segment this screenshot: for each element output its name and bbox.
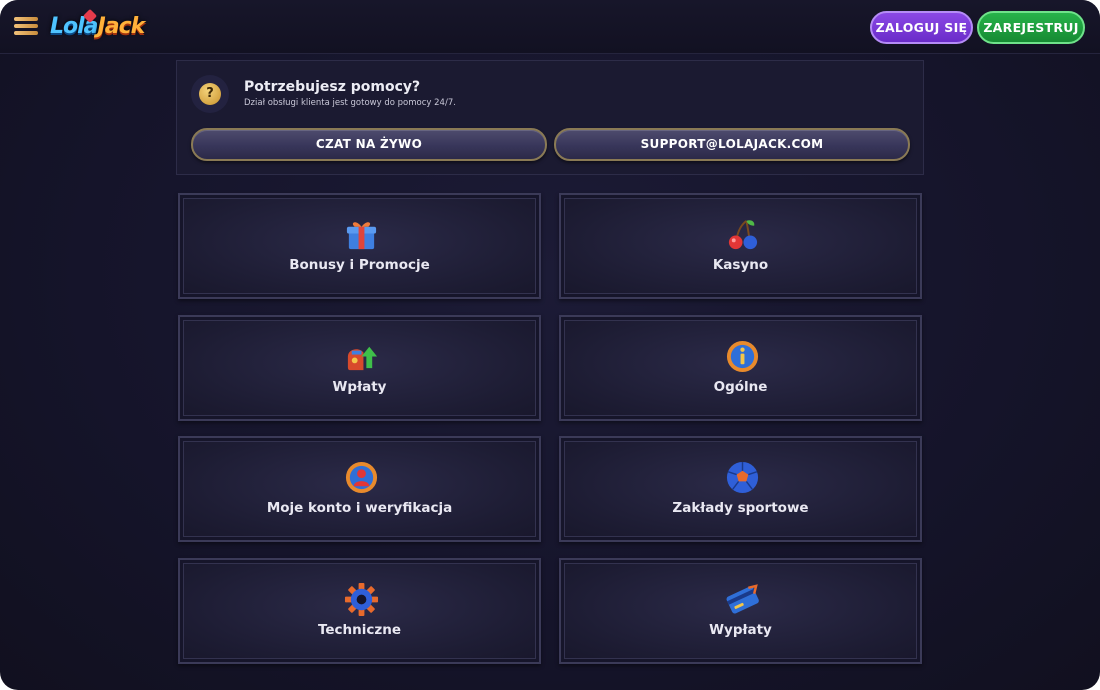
- category-bonuses[interactable]: Bonusy i Promocje: [178, 193, 541, 299]
- live-chat-button[interactable]: CZAT NA ŻYWO: [191, 128, 547, 161]
- card-withdraw-icon: [726, 584, 759, 614]
- info-icon: [726, 340, 759, 373]
- football-icon: [726, 461, 759, 494]
- category-withdrawals[interactable]: Wypłaty: [559, 558, 922, 664]
- category-label: Wypłaty: [709, 622, 772, 638]
- category-label: Moje konto i weryfikacja: [266, 500, 453, 516]
- support-email-button[interactable]: SUPPORT@LOLAJACK.COM: [554, 128, 910, 161]
- wallet-deposit-icon: [347, 346, 378, 371]
- category-general[interactable]: Ogólne: [559, 315, 922, 421]
- help-subtitle: Dział obsługi klienta jest gotowy do pom…: [244, 98, 456, 108]
- category-label: Zakłady sportowe: [672, 500, 809, 516]
- category-casino[interactable]: Kasyno: [559, 193, 922, 299]
- gift-icon: [346, 222, 377, 250]
- help-icon-container: ?: [191, 75, 229, 113]
- gear-icon: [344, 582, 379, 617]
- help-title: Potrzebujesz pomocy?: [244, 79, 421, 95]
- top-bar: LolaJack ZALOGUJ SIĘ ZAREJESTRUJ: [0, 0, 1100, 54]
- category-account[interactable]: Moje konto i weryfikacja: [178, 436, 541, 542]
- app-frame: LolaJack ZALOGUJ SIĘ ZAREJESTRUJ ? Potrz…: [0, 0, 1100, 690]
- category-deposits[interactable]: Wpłaty: [178, 315, 541, 421]
- cherries-icon: [728, 220, 758, 250]
- login-button[interactable]: ZALOGUJ SIĘ: [870, 11, 973, 44]
- lolajack-logo[interactable]: LolaJack: [50, 8, 145, 46]
- category-label: Wpłaty: [332, 379, 387, 395]
- account-icon: [345, 461, 378, 494]
- help-panel: ? Potrzebujesz pomocy? Dział obsługi kli…: [176, 60, 924, 175]
- category-sports-betting[interactable]: Zakłady sportowe: [559, 436, 922, 542]
- category-label: Kasyno: [712, 257, 769, 273]
- category-label: Ogólne: [713, 379, 768, 395]
- question-icon: ?: [199, 83, 221, 105]
- category-label: Bonusy i Promocje: [289, 257, 430, 273]
- category-label: Techniczne: [317, 622, 402, 638]
- category-technical[interactable]: Techniczne: [178, 558, 541, 664]
- menu-icon[interactable]: [14, 15, 38, 37]
- register-button[interactable]: ZAREJESTRUJ: [977, 11, 1085, 44]
